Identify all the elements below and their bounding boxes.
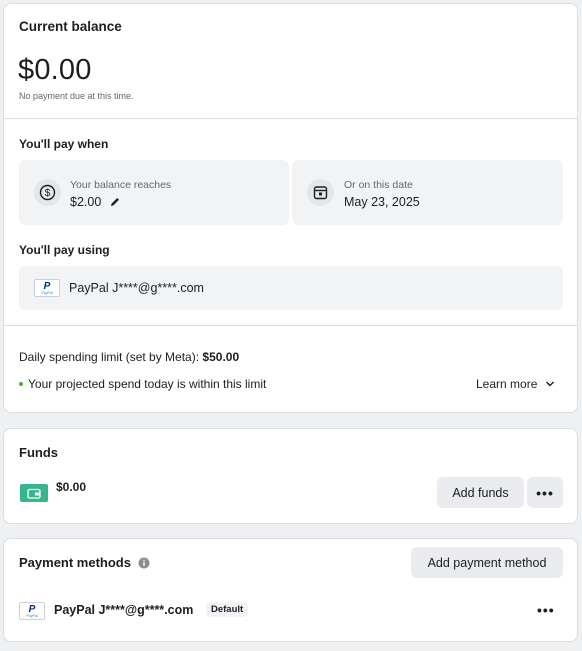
dollar-circle-icon: $	[34, 179, 61, 206]
pay-using-method[interactable]: P PayPal PayPal J****@g****.com	[19, 266, 563, 310]
payment-method-name: PayPal J****@g****.com	[54, 603, 194, 617]
spending-limit-value: $50.00	[202, 350, 240, 364]
balance-note: No payment due at this time.	[19, 91, 134, 101]
payment-method-row: P PayPal PayPal J****@g****.com Default …	[19, 600, 563, 622]
pay-using-method-label: PayPal J****@g****.com	[69, 281, 204, 295]
funds-more-button[interactable]: •••	[527, 477, 563, 508]
threshold-value: $2.00	[70, 195, 102, 209]
payment-methods-card: Payment methods Add payment method P Pay…	[3, 538, 578, 642]
svg-text:$: $	[45, 188, 51, 199]
paypal-logo-icon: P PayPal	[34, 279, 60, 297]
spending-limit-label: Daily spending limit (set by Meta):	[19, 350, 200, 364]
spending-status-row: Your projected spend today is within thi…	[19, 377, 266, 391]
info-icon[interactable]	[138, 557, 150, 569]
paypal-logo-icon: P PayPal	[19, 602, 45, 620]
chevron-down-icon	[545, 377, 555, 391]
status-dot-icon	[19, 382, 23, 386]
spending-status-text: Your projected spend today is within thi…	[28, 377, 267, 391]
add-payment-method-button[interactable]: Add payment method	[411, 547, 563, 578]
balance-amount: $0.00	[18, 54, 92, 86]
threshold-tile[interactable]: $ Your balance reaches $2.00	[19, 160, 289, 225]
date-value: May 23, 2025	[344, 195, 420, 209]
funds-amount: $0.00	[56, 480, 87, 494]
date-tile: Or on this date May 23, 2025	[292, 160, 563, 225]
payment-methods-header: Payment methods	[19, 555, 150, 570]
spending-limit-row: Daily spending limit (set by Meta): $50.…	[19, 350, 239, 364]
balance-card: Current balance $0.00 No payment due at …	[3, 3, 578, 413]
default-badge: Default	[206, 602, 249, 617]
payment-method-more-button[interactable]: •••	[537, 603, 555, 617]
pencil-icon[interactable]	[109, 195, 121, 213]
pay-using-title: You'll pay using	[19, 243, 110, 257]
learn-more-link[interactable]: Learn more	[476, 377, 555, 391]
divider	[4, 118, 577, 119]
funds-card: Funds $0.00 Add funds •••	[3, 428, 578, 524]
wallet-icon	[20, 484, 48, 502]
learn-more-label: Learn more	[476, 377, 538, 391]
payment-methods-title: Payment methods	[19, 555, 131, 570]
funds-title: Funds	[19, 445, 58, 460]
add-funds-button[interactable]: Add funds	[437, 477, 524, 508]
divider	[4, 325, 577, 326]
threshold-label: Your balance reaches	[70, 179, 172, 191]
pay-when-title: You'll pay when	[19, 137, 109, 151]
current-balance-title: Current balance	[19, 19, 122, 34]
calendar-icon	[307, 179, 334, 206]
date-label: Or on this date	[344, 179, 413, 191]
